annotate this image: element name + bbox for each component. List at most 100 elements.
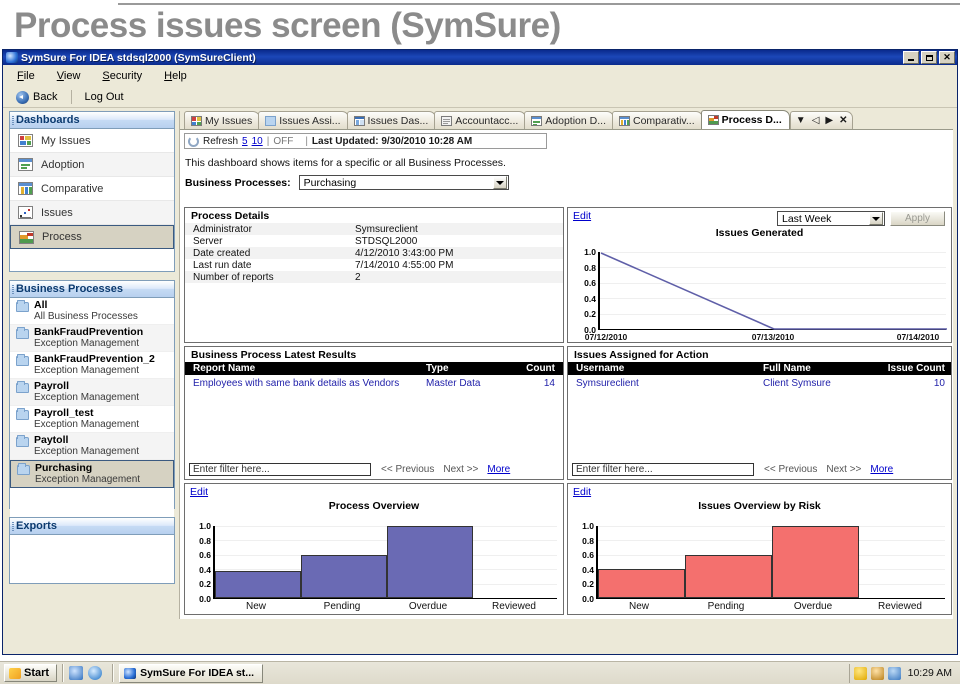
taskbar-window-button[interactable]: SymSure For IDEA st... — [119, 663, 264, 683]
app-icon — [6, 52, 18, 63]
menu-item-security[interactable]: Security — [102, 70, 142, 82]
tab-comparative[interactable]: Comparativ... — [611, 111, 703, 129]
chevron-down-icon[interactable] — [869, 212, 883, 225]
sidebar-item-label: Issues — [41, 206, 73, 219]
refresh-icon[interactable] — [188, 135, 199, 147]
business-processes-panel-header[interactable]: Business Processes — [9, 280, 175, 297]
y-tick: 0.6 — [584, 278, 596, 289]
filter-input[interactable]: Enter filter here... — [572, 463, 754, 476]
bp-item-all[interactable]: All All Business Processes — [10, 298, 174, 325]
page-title: Process issues screen (SymSure) — [14, 6, 561, 45]
bp-item-paytoll[interactable]: Paytoll Exception Management — [10, 433, 174, 460]
menu-item-help[interactable]: Help — [164, 70, 187, 82]
back-arrow-icon — [16, 90, 29, 104]
tab-accountacc[interactable]: Accountacc... — [434, 111, 527, 129]
business-process-select-value: Purchasing — [303, 176, 357, 189]
clock[interactable]: 10:29 AM — [908, 667, 952, 679]
column-header[interactable]: Type — [426, 363, 521, 374]
area-chart-icon — [707, 115, 719, 125]
network-tray-icon[interactable] — [887, 666, 901, 680]
scatter-icon — [18, 206, 33, 219]
maximize-button[interactable] — [921, 51, 937, 64]
column-header[interactable]: Count — [521, 363, 563, 374]
dashboards-panel-header[interactable]: Dashboards — [9, 111, 175, 128]
internet-explorer-icon[interactable] — [88, 666, 103, 680]
close-button[interactable]: ✕ — [939, 51, 955, 64]
tray-icon-2[interactable] — [870, 666, 884, 680]
y-tick: 0.4 — [199, 564, 211, 575]
issues-overview-plot — [596, 526, 945, 599]
edit-link[interactable]: Edit — [190, 486, 208, 498]
previous-button[interactable]: << Previous — [381, 464, 434, 475]
bar-pending — [301, 554, 387, 598]
previous-button[interactable]: << Previous — [764, 464, 817, 475]
bp-item-name: Purchasing — [35, 462, 93, 474]
tab-adoption-dashboard[interactable]: Adoption D... — [524, 111, 614, 129]
edit-link[interactable]: Edit — [573, 210, 591, 222]
menu-item-view[interactable]: View — [57, 70, 81, 82]
tab-label: Issues Assi... — [279, 114, 341, 127]
tab-issues-dashboard[interactable]: Issues Das... — [346, 111, 437, 129]
bp-item-purchasing[interactable]: Purchasing Exception Management — [10, 460, 174, 488]
table-row[interactable]: Employees with same bank details as Vend… — [185, 377, 563, 390]
more-link[interactable]: More — [870, 464, 893, 475]
start-button[interactable]: Start — [4, 664, 58, 682]
next-button[interactable]: Next >> — [443, 464, 478, 475]
period-select[interactable]: Last Week — [777, 211, 885, 226]
exports-list — [9, 534, 175, 584]
chevron-list-icon[interactable]: ▼ — [796, 115, 806, 126]
bar-pending — [685, 554, 772, 598]
bp-item-payroll-test[interactable]: Payroll_test Exception Management — [10, 406, 174, 433]
more-link[interactable]: More — [487, 464, 510, 475]
logout-button[interactable]: Log Out — [78, 90, 129, 104]
detail-value: 4/12/2010 3:43:00 PM — [355, 247, 454, 259]
tab-navigation-controls: ▼ ◁ ▶ ✕ — [789, 111, 854, 129]
sidebar-item-my-issues[interactable]: My Issues — [10, 129, 174, 153]
sidebar-item-issues[interactable]: Issues — [10, 201, 174, 225]
sidebar-item-comparative[interactable]: Comparative — [10, 177, 174, 201]
detail-value: Symsureclient — [355, 223, 418, 235]
back-button[interactable]: Back — [13, 90, 65, 105]
dashboard-grid: Process Details Administrator Symsurecli… — [184, 207, 952, 615]
taskbar-divider — [62, 664, 65, 682]
y-tick: 0.4 — [582, 564, 594, 575]
bp-item-bankfraudprevention-2[interactable]: BankFraudPrevention_2 Exception Manageme… — [10, 352, 174, 379]
tab-my-issues[interactable]: My Issues — [184, 111, 261, 129]
refresh-interval-5[interactable]: 5 — [242, 136, 248, 147]
chart-title: Issues Overview by Risk — [698, 500, 821, 512]
apply-button[interactable]: Apply — [890, 211, 945, 226]
column-header[interactable]: Full Name — [763, 363, 876, 374]
quick-launch-icon-1[interactable] — [69, 666, 84, 680]
next-arrow-icon[interactable]: ▶ — [825, 115, 833, 126]
column-header[interactable]: Issue Count — [876, 363, 951, 374]
table-row[interactable]: Symsureclient Client Symsure 10 — [568, 377, 951, 390]
window-chart-icon — [18, 158, 33, 171]
grid-icon — [191, 115, 202, 126]
edit-link[interactable]: Edit — [573, 486, 591, 498]
prev-arrow-icon[interactable]: ◁ — [812, 115, 820, 126]
column-header[interactable]: Username — [568, 363, 763, 374]
menu-file-rest: ile — [23, 70, 35, 82]
filter-input[interactable]: Enter filter here... — [189, 463, 371, 476]
tab-issues-assigned[interactable]: Issues Assi... — [258, 111, 349, 129]
bp-item-bankfraudprevention[interactable]: BankFraudPrevention Exception Management — [10, 325, 174, 352]
refresh-interval-10[interactable]: 10 — [252, 136, 263, 147]
sidebar-item-process[interactable]: Process — [10, 225, 174, 249]
sidebar: Dashboards My Issues Adoption Comparativ… — [9, 111, 175, 619]
column-header[interactable]: Report Name — [185, 363, 426, 374]
sidebar-item-adoption[interactable]: Adoption — [10, 153, 174, 177]
exports-panel-header[interactable]: Exports — [9, 517, 175, 534]
tab-process-dashboard[interactable]: Process D... — [700, 110, 790, 129]
warning-tray-icon[interactable] — [853, 666, 867, 680]
menu-item-file[interactable]: File — [17, 70, 35, 82]
folder-icon — [265, 115, 277, 126]
close-icon[interactable]: ✕ — [839, 115, 847, 126]
minimize-button[interactable] — [903, 51, 919, 64]
bp-item-name: Paytoll — [34, 434, 69, 446]
next-button[interactable]: Next >> — [826, 464, 861, 475]
chevron-down-icon[interactable] — [492, 176, 507, 189]
business-process-select[interactable]: Purchasing — [298, 175, 509, 190]
report-type: Master Data — [426, 378, 481, 389]
x-tick: New — [245, 601, 267, 612]
bp-item-payroll[interactable]: Payroll Exception Management — [10, 379, 174, 406]
